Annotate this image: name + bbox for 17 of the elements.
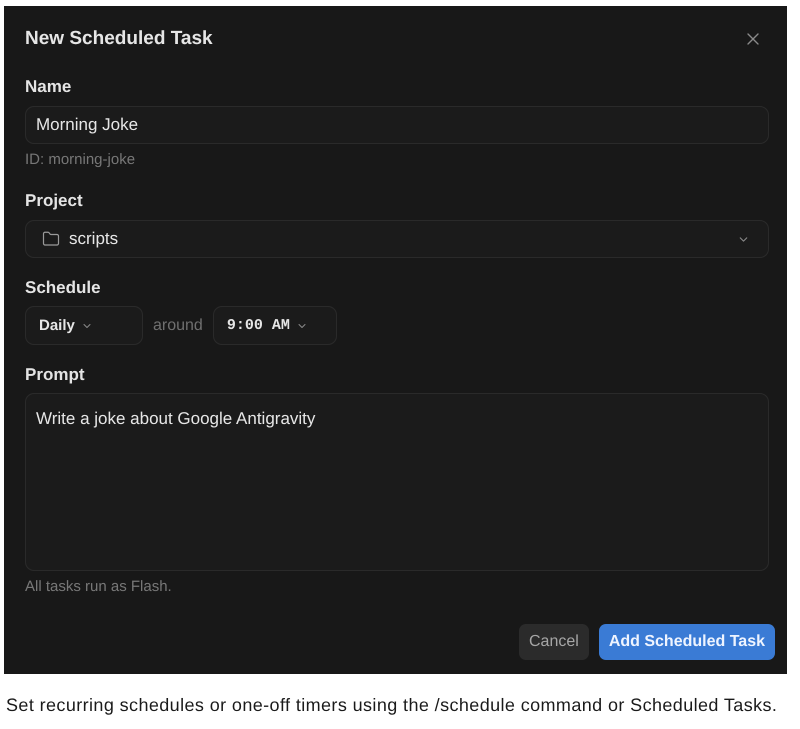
frequency-dropdown[interactable]: Daily xyxy=(25,306,143,345)
model-hint: All tasks run as Flash. xyxy=(25,578,172,596)
field-label: Name xyxy=(25,77,72,97)
dialog-title: New Scheduled Task xyxy=(25,29,213,49)
caption-text: Set recurring schedules or one-off timers using the /schedule command or Scheduled Tasks. xyxy=(6,694,778,716)
add-task-button[interactable]: Add Scheduled Task xyxy=(598,624,775,660)
cancel-button[interactable]: Cancel xyxy=(519,624,589,660)
project-dropdown[interactable]: scripts xyxy=(25,220,769,258)
field-label: Schedule xyxy=(25,278,101,298)
id-hint: ID: morning-joke xyxy=(25,151,136,169)
prompt-input-field[interactable]: Write a joke about Google Antigravity xyxy=(25,393,769,571)
name-input-field[interactable]: Morning Joke xyxy=(25,106,769,144)
field-label: Prompt xyxy=(25,365,84,385)
folder-icon xyxy=(42,230,60,248)
around-text: around xyxy=(153,316,203,334)
field-label: Project xyxy=(25,191,83,211)
time-dropdown[interactable]: 9:00 AM xyxy=(212,306,337,345)
